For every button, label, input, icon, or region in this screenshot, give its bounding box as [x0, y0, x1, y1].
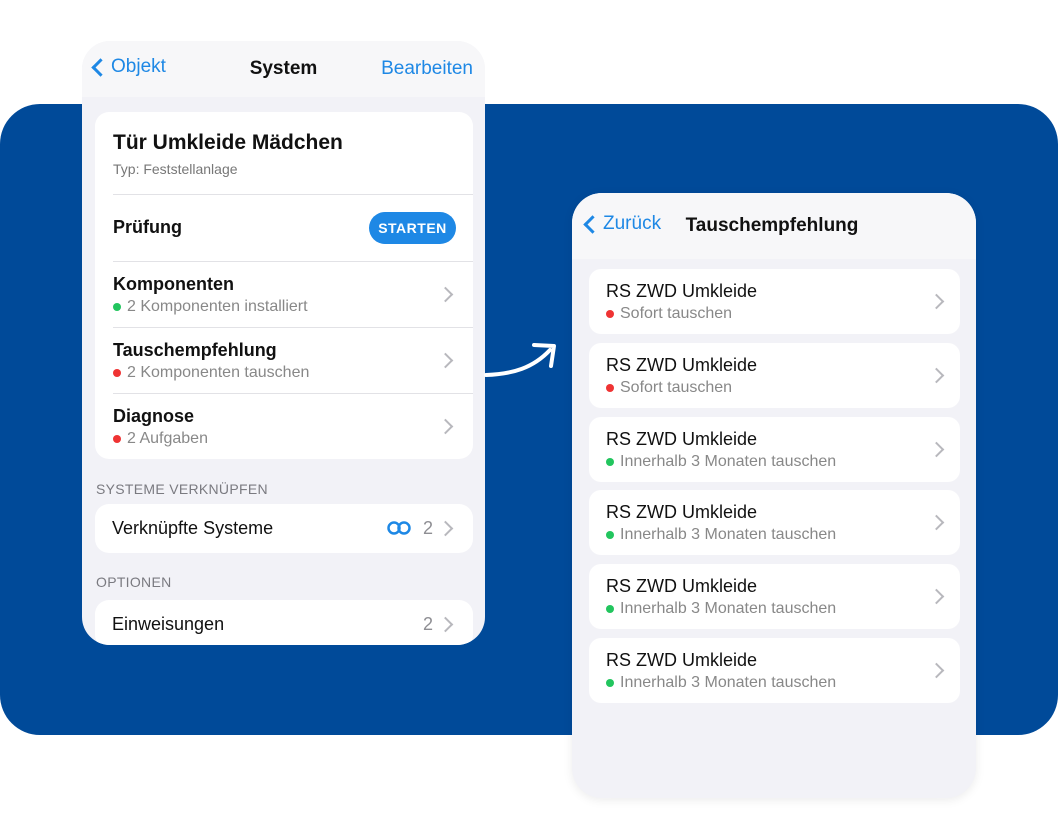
chevron-right-icon	[928, 514, 945, 531]
transition-arrow-icon	[484, 343, 556, 377]
item-status: Innerhalb 3 Monaten tauschen	[606, 600, 836, 618]
divider	[113, 194, 473, 195]
chevron-right-icon	[437, 418, 454, 435]
linked-systems-label: Verknüpfte Systeme	[112, 518, 274, 538]
replacement-status: 2 Komponenten tauschen	[113, 364, 309, 382]
item-status: Sofort tauschen	[606, 305, 732, 323]
item-status-text: Sofort tauschen	[620, 305, 733, 322]
system-card: Tür Umkleide Mädchen Typ: Feststellanlag…	[95, 112, 473, 459]
list-item[interactable]: RS ZWD Umkleide Innerhalb 3 Monaten taus…	[589, 417, 960, 482]
item-status-text: Innerhalb 3 Monaten tauschen	[620, 526, 837, 543]
status-dot-green	[606, 679, 614, 687]
status-dot-green	[113, 303, 121, 311]
replacement-label: Tauschempfehlung	[113, 340, 277, 360]
item-status: Innerhalb 3 Monaten tauschen	[606, 526, 836, 544]
components-row[interactable]: Komponenten 2 Komponenten installiert	[95, 262, 473, 327]
diagnosis-status-text: 2 Aufgaben	[127, 430, 208, 447]
chevron-right-icon	[928, 367, 945, 384]
item-status-text: Sofort tauschen	[620, 379, 733, 396]
status-dot-red	[606, 310, 614, 318]
system-screen: Objekt System Bearbeiten Tür Umkleide Mä…	[82, 41, 485, 645]
chevron-right-icon	[437, 352, 454, 369]
item-title: RS ZWD Umkleide	[606, 502, 758, 522]
item-status-text: Innerhalb 3 Monaten tauschen	[620, 674, 837, 691]
diagnosis-status: 2 Aufgaben	[113, 430, 208, 448]
back-label: Zurück	[603, 213, 662, 234]
list-item[interactable]: RS ZWD Umkleide Innerhalb 3 Monaten taus…	[589, 490, 960, 555]
item-title: RS ZWD Umkleide	[606, 355, 758, 375]
system-name: Tür Umkleide Mädchen	[113, 131, 343, 154]
status-dot-green	[606, 458, 614, 466]
item-status: Innerhalb 3 Monaten tauschen	[606, 453, 836, 471]
nav-bar: Objekt System Bearbeiten	[82, 41, 485, 97]
start-inspection-button[interactable]: STARTEN	[369, 212, 456, 244]
chevron-right-icon	[928, 662, 945, 679]
diagnosis-label: Diagnose	[113, 406, 195, 426]
inspection-label: Prüfung	[113, 217, 182, 237]
item-status: Sofort tauschen	[606, 379, 732, 397]
chevron-right-icon	[928, 293, 945, 310]
list-item[interactable]: RS ZWD Umkleide Sofort tauschen	[589, 269, 960, 334]
list-item[interactable]: RS ZWD Umkleide Innerhalb 3 Monaten taus…	[589, 638, 960, 703]
list-item[interactable]: RS ZWD Umkleide Sofort tauschen	[589, 343, 960, 408]
replacement-row[interactable]: Tauschempfehlung 2 Komponenten tauschen	[95, 328, 473, 393]
edit-button[interactable]: Bearbeiten	[381, 58, 473, 80]
item-status-text: Innerhalb 3 Monaten tauschen	[620, 600, 837, 617]
status-dot-green	[606, 531, 614, 539]
chevron-right-icon	[437, 286, 454, 303]
link-icon	[387, 521, 411, 535]
status-dot-red	[113, 435, 121, 443]
list-item[interactable]: RS ZWD Umkleide Innerhalb 3 Monaten taus…	[589, 564, 960, 629]
status-dot-green	[606, 605, 614, 613]
briefings-count: 2	[423, 614, 434, 634]
chevron-right-icon	[928, 441, 945, 458]
item-title: RS ZWD Umkleide	[606, 650, 758, 670]
linked-systems-count: 2	[423, 518, 434, 538]
chevron-left-icon	[583, 214, 602, 234]
section-header-link-systems: SYSTEME VERKNÜPFEN	[96, 481, 268, 497]
nav-title: Tauschempfehlung	[685, 215, 859, 236]
nav-bar: Zurück Tauschempfehlung	[572, 193, 976, 259]
status-dot-red	[113, 369, 121, 377]
section-header-options: OPTIONEN	[96, 574, 172, 590]
chevron-right-icon	[437, 616, 454, 633]
components-label: Komponenten	[113, 274, 234, 294]
linked-systems-row[interactable]: Verknüpfte Systeme 2	[95, 504, 473, 553]
briefings-label: Einweisungen	[112, 614, 225, 634]
item-title: RS ZWD Umkleide	[606, 576, 758, 596]
item-title: RS ZWD Umkleide	[606, 429, 758, 449]
status-dot-red	[606, 384, 614, 392]
item-status: Innerhalb 3 Monaten tauschen	[606, 674, 836, 692]
item-title: RS ZWD Umkleide	[606, 281, 758, 301]
item-status-text: Innerhalb 3 Monaten tauschen	[620, 453, 837, 470]
replacement-status-text: 2 Komponenten tauschen	[127, 364, 310, 381]
replacement-recommendation-screen: Zurück Tauschempfehlung RS ZWD Umkleide …	[572, 193, 976, 798]
back-button[interactable]: Zurück	[580, 213, 661, 235]
diagnosis-row[interactable]: Diagnose 2 Aufgaben	[95, 394, 473, 459]
chevron-right-icon	[437, 520, 454, 537]
briefings-row[interactable]: Einweisungen 2	[95, 600, 473, 645]
chevron-right-icon	[928, 588, 945, 605]
system-type: Typ: Feststellanlage	[113, 161, 238, 177]
components-status: 2 Komponenten installiert	[113, 298, 308, 316]
components-status-text: 2 Komponenten installiert	[127, 298, 308, 315]
